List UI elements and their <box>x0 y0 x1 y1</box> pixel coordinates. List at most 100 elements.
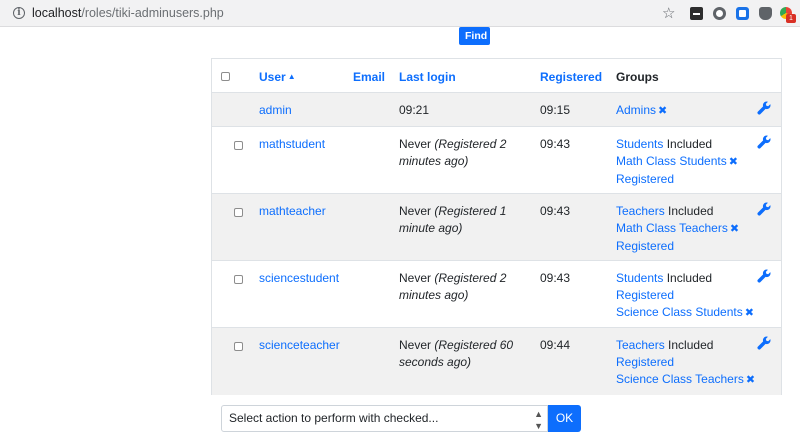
find-button[interactable]: Find <box>459 27 490 45</box>
header-last-login[interactable]: Last login <box>399 70 456 84</box>
group-inclusion-label: Included <box>666 271 713 285</box>
table-row: scienceteacher Never (Registered 60 secon… <box>212 328 781 395</box>
last-login-cell: Never (Registered 1 minute ago) <box>399 203 524 237</box>
ok-button[interactable]: OK <box>548 405 581 432</box>
remove-group-icon[interactable]: ✖ <box>745 307 754 319</box>
groups-cell: Teachers Included Registered Science Class… <box>616 337 766 388</box>
remove-group-icon[interactable]: ✖ <box>658 105 667 117</box>
user-link[interactable]: sciencestudent <box>259 270 339 287</box>
group-entry: Registered <box>616 354 766 371</box>
bulk-action-select[interactable]: Select action to perform with checked...… <box>221 405 548 432</box>
header-user[interactable]: User ▲ <box>259 70 296 84</box>
header-registered[interactable]: Registered <box>540 70 602 84</box>
extension-icon[interactable] <box>736 7 749 20</box>
groups-cell: Admins ✖ <box>616 102 766 120</box>
row-checkbox[interactable] <box>234 275 243 284</box>
group-entry: Teachers Included <box>616 203 766 220</box>
user-link[interactable]: mathteacher <box>259 203 326 220</box>
registered-cell: 09:43 <box>540 137 571 151</box>
group-entry: Math Class Teachers ✖ <box>616 220 766 238</box>
user-link[interactable]: scienceteacher <box>259 337 340 354</box>
last-login-cell: Never (Registered 2 minutes ago) <box>399 270 524 304</box>
user-link[interactable]: admin <box>259 102 292 119</box>
last-login-cell: 09:21 <box>399 102 524 119</box>
table-row: mathstudent Never (Registered 2 minutes a… <box>212 127 781 194</box>
registered-cell: 09:15 <box>540 103 571 117</box>
last-login-value: 09:21 <box>399 103 430 117</box>
group-link[interactable]: Registered <box>616 172 674 186</box>
user-link[interactable]: mathstudent <box>259 136 325 153</box>
url-host: localhost <box>32 6 82 20</box>
last-login-value: Never <box>399 137 432 151</box>
group-entry: Math Class Students ✖ <box>616 153 766 171</box>
row-checkbox[interactable] <box>234 208 243 217</box>
extension-icon[interactable] <box>713 7 726 20</box>
group-inclusion-label: Included <box>666 137 713 151</box>
remove-group-icon[interactable]: ✖ <box>729 156 738 168</box>
header-email[interactable]: Email <box>353 70 385 84</box>
select-arrows-icon: ▲ ▼ <box>534 409 543 431</box>
remove-group-icon[interactable]: ✖ <box>730 223 739 235</box>
last-login-cell: Never (Registered 2 minutes ago) <box>399 136 524 170</box>
info-icon[interactable]: i <box>13 7 25 19</box>
group-link[interactable]: Registered <box>616 288 674 302</box>
group-entry: Registered <box>616 171 766 188</box>
wrench-icon[interactable] <box>757 269 771 283</box>
registered-cell: 09:44 <box>540 338 571 352</box>
wrench-icon[interactable] <box>757 135 771 149</box>
group-link[interactable]: Science Class Students <box>616 305 743 319</box>
group-link[interactable]: Teachers <box>616 204 665 218</box>
users-table: User ▲ Email Last login Registered Groups… <box>211 58 782 395</box>
group-link[interactable]: Math Class Teachers <box>616 221 728 235</box>
header-groups: Groups <box>616 70 659 84</box>
row-checkbox[interactable] <box>234 342 243 351</box>
url-path: /roles/tiki-adminusers.php <box>81 6 224 20</box>
groups-cell: Teachers Included Math Class Teachers ✖ Reg… <box>616 203 766 254</box>
wrench-icon[interactable] <box>757 202 771 216</box>
group-entry: Science Class Teachers ✖ <box>616 371 766 389</box>
table-row: admin 09:21 09:15 Admins ✖ <box>212 93 781 127</box>
row-checkbox[interactable] <box>234 141 243 150</box>
wrench-icon[interactable] <box>757 336 771 350</box>
group-inclusion-label: Included <box>668 338 714 352</box>
registered-cell: 09:43 <box>540 204 571 218</box>
table-header: User ▲ Email Last login Registered Groups <box>212 59 781 93</box>
group-entry: Teachers Included <box>616 337 766 354</box>
group-link[interactable]: Teachers <box>616 338 665 352</box>
table-row: mathteacher Never (Registered 1 minute ag… <box>212 194 781 261</box>
last-login-cell: Never (Registered 60 seconds ago) <box>399 337 524 371</box>
groups-cell: Students Included Math Class Students ✖ Reg… <box>616 136 766 187</box>
group-link[interactable]: Registered <box>616 355 674 369</box>
group-link[interactable]: Students <box>616 137 663 151</box>
groups-cell: Students Included Registered Science Class… <box>616 270 766 321</box>
group-entry: Registered <box>616 238 766 255</box>
last-login-value: Never <box>399 271 432 285</box>
remove-group-icon[interactable]: ✖ <box>746 374 755 386</box>
url-field[interactable]: localhost/roles/tiki-adminusers.php <box>32 6 224 20</box>
group-link[interactable]: Math Class Students <box>616 154 727 168</box>
group-entry: Students Included <box>616 136 766 153</box>
group-entry: Science Class Students ✖ <box>616 304 766 322</box>
select-all-checkbox[interactable] <box>221 72 230 81</box>
last-login-value: Never <box>399 338 432 352</box>
group-entry: Students Included <box>616 270 766 287</box>
browser-address-bar: i localhost/roles/tiki-adminusers.php ☆ … <box>0 0 800 27</box>
group-entry: Admins ✖ <box>616 102 766 120</box>
header-user-label: User <box>259 70 286 84</box>
group-link[interactable]: Students <box>616 271 663 285</box>
table-row: sciencestudent Never (Registered 2 minute… <box>212 261 781 328</box>
bookmark-star-icon[interactable]: ☆ <box>662 4 675 22</box>
extension-icon[interactable] <box>690 7 703 20</box>
registered-cell: 09:43 <box>540 271 571 285</box>
wrench-icon[interactable] <box>757 101 771 115</box>
shield-icon[interactable] <box>759 7 772 20</box>
group-entry: Registered <box>616 287 766 304</box>
group-inclusion-label: Included <box>668 204 714 218</box>
group-link[interactable]: Admins <box>616 103 656 117</box>
bulk-action-selected: Select action to perform with checked... <box>229 411 439 425</box>
extension-badge: 1 <box>786 14 796 23</box>
group-link[interactable]: Registered <box>616 239 674 253</box>
group-link[interactable]: Science Class Teachers <box>616 372 744 386</box>
last-login-value: Never <box>399 204 432 218</box>
sort-asc-icon: ▲ <box>287 72 296 81</box>
